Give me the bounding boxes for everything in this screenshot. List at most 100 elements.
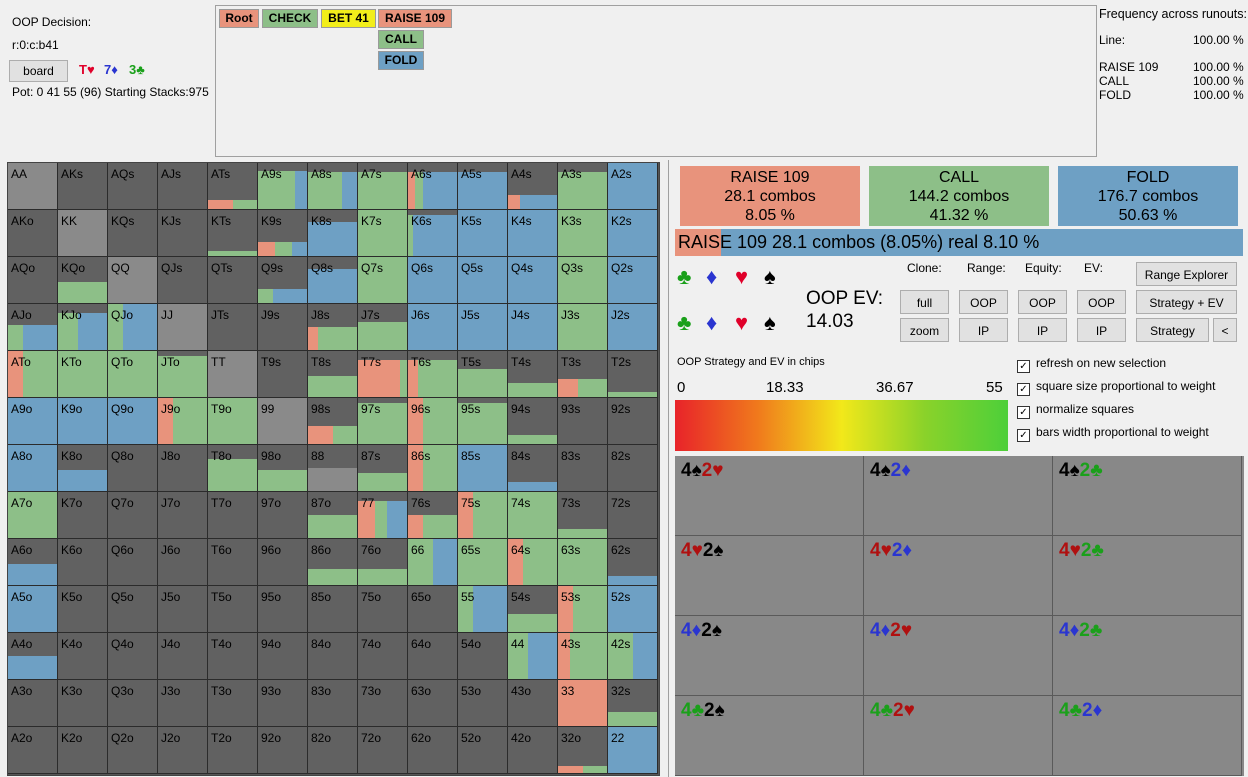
hand-cell-65o[interactable]: 65o — [408, 586, 458, 633]
hand-cell-J3s[interactable]: J3s — [558, 304, 608, 351]
hand-cell-A9s[interactable]: A9s — [258, 163, 308, 210]
hand-cell-J4o[interactable]: J4o — [158, 633, 208, 680]
equity-ip-button[interactable]: IP — [1018, 318, 1067, 342]
hand-cell-Q7o[interactable]: Q7o — [108, 492, 158, 539]
hand-cell-K6s[interactable]: K6s — [408, 210, 458, 257]
hand-cell-K8o[interactable]: K8o — [58, 445, 108, 492]
spade-icon[interactable]: ♠ — [764, 310, 776, 336]
hand-cell-A9o[interactable]: A9o — [8, 398, 58, 445]
hand-cell-32o[interactable]: 32o — [558, 727, 608, 774]
strategy-button[interactable]: Strategy — [1136, 318, 1209, 342]
hand-cell-J2s[interactable]: J2s — [608, 304, 658, 351]
hand-cell-43o[interactable]: 43o — [508, 680, 558, 727]
action-box-fold[interactable]: FOLD 176.7 combos 50.63 % — [1058, 166, 1238, 226]
checkbox-square-size[interactable]: ✓ square size proportional to weight — [1017, 379, 1215, 396]
hand-cell-96o[interactable]: 96o — [258, 539, 308, 586]
hand-cell-99[interactable]: 99 — [258, 398, 308, 445]
combo-cell[interactable]: 4♦2♥ — [864, 616, 1053, 696]
hand-cell-Q8o[interactable]: Q8o — [108, 445, 158, 492]
hand-cell-53o[interactable]: 53o — [458, 680, 508, 727]
hand-cell-T3o[interactable]: T3o — [208, 680, 258, 727]
hand-cell-T7s[interactable]: T7s — [358, 351, 408, 398]
hand-cell-KQo[interactable]: KQo — [58, 257, 108, 304]
hand-cell-T7o[interactable]: T7o — [208, 492, 258, 539]
hand-cell-92o[interactable]: 92o — [258, 727, 308, 774]
hand-cell-K2s[interactable]: K2s — [608, 210, 658, 257]
hand-cell-K4o[interactable]: K4o — [58, 633, 108, 680]
hand-cell-QJo[interactable]: QJo — [108, 304, 158, 351]
hand-cell-63o[interactable]: 63o — [408, 680, 458, 727]
hand-cell-AKs[interactable]: AKs — [58, 163, 108, 210]
hand-cell-44[interactable]: 44 — [508, 633, 558, 680]
checkbox-bar-width[interactable]: ✓ bars width proportional to weight — [1017, 425, 1209, 442]
hand-cell-Q9s[interactable]: Q9s — [258, 257, 308, 304]
hand-cell-65s[interactable]: 65s — [458, 539, 508, 586]
tree-node-fold[interactable]: FOLD — [378, 51, 424, 70]
hand-cell-J7s[interactable]: J7s — [358, 304, 408, 351]
club-icon[interactable]: ♣ — [677, 264, 691, 290]
hand-cell-64o[interactable]: 64o — [408, 633, 458, 680]
hand-cell-K7o[interactable]: K7o — [58, 492, 108, 539]
checkbox-normalize[interactable]: ✓ normalize squares — [1017, 402, 1134, 419]
strategy-ev-button[interactable]: Strategy + EV — [1136, 290, 1237, 314]
hand-cell-74s[interactable]: 74s — [508, 492, 558, 539]
hand-cell-A2s[interactable]: A2s — [608, 163, 658, 210]
tree-node-raise[interactable]: RAISE 109 — [378, 9, 452, 28]
hand-cell-T6o[interactable]: T6o — [208, 539, 258, 586]
hand-cell-J8o[interactable]: J8o — [158, 445, 208, 492]
hand-cell-43s[interactable]: 43s — [558, 633, 608, 680]
action-box-raise[interactable]: RAISE 109 28.1 combos 8.05 % — [680, 166, 860, 226]
combo-cell[interactable]: 4♥2♦ — [864, 536, 1053, 616]
hand-cell-K5s[interactable]: K5s — [458, 210, 508, 257]
hand-cell-95s[interactable]: 95s — [458, 398, 508, 445]
board-button[interactable]: board — [9, 60, 68, 82]
hand-cell-AJo[interactable]: AJo — [8, 304, 58, 351]
hand-cell-75s[interactable]: 75s — [458, 492, 508, 539]
hand-cell-Q5o[interactable]: Q5o — [108, 586, 158, 633]
hand-cell-52s[interactable]: 52s — [608, 586, 658, 633]
combo-cell[interactable]: 4♥2♣ — [1053, 536, 1242, 616]
hand-cell-98s[interactable]: 98s — [308, 398, 358, 445]
hand-cell-64s[interactable]: 64s — [508, 539, 558, 586]
hand-cell-KQs[interactable]: KQs — [108, 210, 158, 257]
hand-cell-84o[interactable]: 84o — [308, 633, 358, 680]
hand-cell-76s[interactable]: 76s — [408, 492, 458, 539]
hand-cell-KK[interactable]: KK — [58, 210, 108, 257]
hand-cell-55[interactable]: 55 — [458, 586, 508, 633]
hand-cell-AKo[interactable]: AKo — [8, 210, 58, 257]
equity-oop-button[interactable]: OOP — [1018, 290, 1067, 314]
hand-cell-62s[interactable]: 62s — [608, 539, 658, 586]
hand-cell-JJ[interactable]: JJ — [158, 304, 208, 351]
heart-icon[interactable]: ♥ — [735, 264, 748, 290]
checkbox-refresh[interactable]: ✓ refresh on new selection — [1017, 356, 1166, 373]
hand-cell-A8o[interactable]: A8o — [8, 445, 58, 492]
tree-node-bet[interactable]: BET 41 — [321, 9, 376, 28]
hand-cell-A8s[interactable]: A8s — [308, 163, 358, 210]
hand-cell-J6o[interactable]: J6o — [158, 539, 208, 586]
hand-cell-84s[interactable]: 84s — [508, 445, 558, 492]
collapse-button[interactable]: < — [1213, 318, 1237, 342]
hand-cell-86o[interactable]: 86o — [308, 539, 358, 586]
hand-cell-93s[interactable]: 93s — [558, 398, 608, 445]
hand-cell-85s[interactable]: 85s — [458, 445, 508, 492]
ev-oop-button[interactable]: OOP — [1077, 290, 1126, 314]
hand-cell-QTo[interactable]: QTo — [108, 351, 158, 398]
heart-icon[interactable]: ♥ — [735, 310, 748, 336]
hand-cell-83o[interactable]: 83o — [308, 680, 358, 727]
hand-cell-A6s[interactable]: A6s — [408, 163, 458, 210]
hand-cell-42o[interactable]: 42o — [508, 727, 558, 774]
hand-cell-AQs[interactable]: AQs — [108, 163, 158, 210]
hand-cell-94s[interactable]: 94s — [508, 398, 558, 445]
hand-cell-KTo[interactable]: KTo — [58, 351, 108, 398]
hand-cell-J9o[interactable]: J9o — [158, 398, 208, 445]
hand-cell-98o[interactable]: 98o — [258, 445, 308, 492]
combo-cell[interactable]: 4♣2♠ — [675, 696, 864, 776]
action-box-call[interactable]: CALL 144.2 combos 41.32 % — [869, 166, 1049, 226]
hand-cell-82s[interactable]: 82s — [608, 445, 658, 492]
hand-cell-A6o[interactable]: A6o — [8, 539, 58, 586]
hand-cell-T9o[interactable]: T9o — [208, 398, 258, 445]
combo-cell[interactable]: 4♥2♠ — [675, 536, 864, 616]
hand-cell-KTs[interactable]: KTs — [208, 210, 258, 257]
combo-cell[interactable]: 4♠2♦ — [864, 456, 1053, 536]
hand-cell-T2s[interactable]: T2s — [608, 351, 658, 398]
